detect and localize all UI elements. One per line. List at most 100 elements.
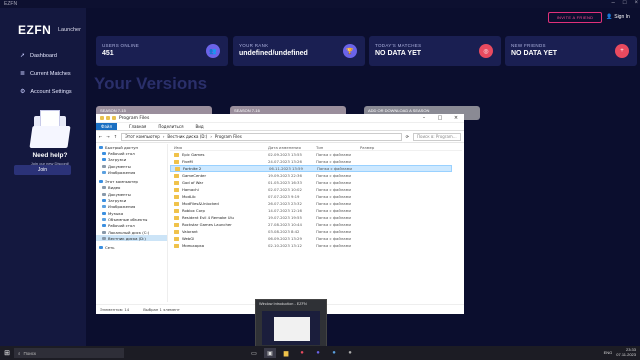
- explorer-taskbar-icon[interactable]: ▆: [280, 348, 292, 358]
- breadcrumb-item[interactable]: Этот компьютер: [125, 134, 160, 139]
- file-row[interactable]: Hamachi 02.07.2023 10:02 Папка с файлами: [170, 186, 462, 193]
- refresh-icon[interactable]: ⟳: [406, 134, 409, 139]
- taskbar-search[interactable]: ⌕ Поиск: [14, 348, 124, 358]
- file-type: Папка с файлами: [316, 215, 351, 220]
- folder-icon: [174, 222, 179, 227]
- file-row[interactable]: Rockstar Games Launcher 27.08.2023 10:44 П…: [170, 221, 462, 228]
- taskbar-search-placeholder: Поиск: [23, 350, 37, 356]
- nav-pane-label: Изображения: [108, 204, 136, 210]
- folder-icon: [102, 158, 106, 162]
- file-name: Roblox Corp: [182, 208, 205, 213]
- forward-arrow-icon[interactable]: →: [106, 134, 109, 139]
- ezfn-taskbar-icon[interactable]: ▣: [264, 348, 276, 358]
- file-list: Имя Дата изменения Тип Размер Epic Games…: [170, 144, 462, 302]
- file-name: God of War: [182, 180, 204, 185]
- file-row[interactable]: Минькарка 02.10.2023 13:12 Папка с файлами: [170, 242, 462, 249]
- folder-icon: [174, 159, 179, 164]
- back-arrow-icon[interactable]: ←: [99, 134, 102, 139]
- sign-in-label: Sign In: [614, 14, 630, 20]
- file-row[interactable]: WebGl 06.09.2023 13:29 Папка с файлами: [170, 235, 462, 242]
- sidebar-item-current-matches[interactable]: ≣ Current Matches: [20, 70, 71, 78]
- list-icon: ≣: [20, 71, 26, 77]
- file-type: Папка с файлами: [316, 180, 351, 185]
- column-header-name[interactable]: Имя: [170, 145, 268, 150]
- nav-pane-item[interactable]: Сеть: [96, 244, 167, 250]
- file-row[interactable]: Resident Evil 4 Remake Ulu 19.07.2023 19:…: [170, 214, 462, 221]
- nav-pane-item[interactable]: Изображения: [96, 169, 167, 175]
- ribbon-tab-view[interactable]: Вид: [195, 124, 203, 129]
- file-row[interactable]: Epic Games 02.09.2023 13:55 Папка с файлам…: [170, 151, 462, 158]
- explorer-titlebar: Program Files – □ ×: [96, 114, 464, 123]
- clock[interactable]: 23:33 07.11.2023: [616, 347, 636, 357]
- task-view-icon[interactable]: ▭: [248, 348, 260, 358]
- navigation-pane: Быстрый доступ Рабочий стол Загрузки Докуме…: [96, 144, 168, 302]
- taskbar-thumbnail-preview[interactable]: Window Introduction - EZFN: [255, 299, 327, 349]
- nav-pane-label: Рабочий стол: [108, 223, 135, 229]
- sidebar-item-dashboard[interactable]: ➚ Dashboard: [20, 52, 57, 60]
- file-name: ModFiles&Unlocked: [182, 201, 219, 206]
- file-row[interactable]: Roblox Corp 14.07.2023 12:16 Папка с файла…: [170, 207, 462, 214]
- sign-in-button[interactable]: 👤 Sign In: [606, 14, 630, 20]
- app-titlebar: EZFN – □ ×: [0, 0, 640, 8]
- invite-friend-button[interactable]: INVITE A FRIEND: [548, 12, 602, 23]
- chrome-taskbar-icon[interactable]: ●: [296, 348, 308, 358]
- sidebar-item-account-settings[interactable]: ⚙ Account Settings: [20, 88, 72, 96]
- search-input[interactable]: Поиск в: Program...: [413, 132, 461, 141]
- nav-pane-label: Локальный диск (C:): [108, 229, 150, 235]
- maximize-button[interactable]: □: [623, 0, 627, 6]
- join-button[interactable]: Join: [14, 165, 71, 175]
- file-row[interactable]: ModLib 07.07.2023 9:19 Папка с файлами: [170, 193, 462, 200]
- selected-count: Выбран 1 элемент: [143, 307, 180, 312]
- close-button[interactable]: ×: [448, 115, 464, 121]
- taskbar-apps: ▭ ▣ ▆ ● ● ● ●: [248, 346, 356, 360]
- app-taskbar-icon[interactable]: ●: [344, 348, 356, 358]
- users-icon: 👥: [206, 44, 220, 58]
- nav-pane-label: Вестник диска (D:): [108, 235, 146, 241]
- ribbon-tab-share[interactable]: Поделиться: [158, 124, 183, 129]
- column-header-date[interactable]: Дата изменения: [268, 145, 316, 150]
- column-header-type[interactable]: Тип: [316, 145, 360, 150]
- breadcrumb-item[interactable]: Program Files: [215, 134, 242, 139]
- file-row[interactable]: FiveM 24.07.2023 13:26 Папка с файлами: [170, 158, 462, 165]
- file-type: Папка с файлами: [316, 201, 351, 206]
- file-row[interactable]: Valorant 03.08.2023 8:42 Папка с файлами: [170, 228, 462, 235]
- user-plus-icon: +: [615, 44, 629, 58]
- window-controls: – □ ×: [612, 0, 638, 6]
- up-arrow-icon[interactable]: ↑: [114, 134, 117, 139]
- folder-icon: [102, 224, 106, 228]
- file-type: Папка с файлами: [316, 222, 351, 227]
- address-bar[interactable]: Этот компьютер › Вестник диска (D:) › Prog…: [121, 132, 402, 141]
- version-card-label: SEASON 7-15: [100, 108, 126, 113]
- version-card-label: ADD OR DOWNLOAD A SEASON: [368, 108, 430, 113]
- folder-icon: [174, 236, 179, 241]
- file-name: Hamachi: [182, 187, 199, 192]
- discord-taskbar-icon[interactable]: ●: [312, 348, 324, 358]
- folder-illustration: [28, 110, 72, 148]
- ribbon-tab-file[interactable]: Файл: [96, 123, 118, 130]
- file-row[interactable]: GameCenter 19.09.2023 22:36 Папка с файлам…: [170, 172, 462, 179]
- sidebar: EZFN Launcher ➚ Dashboard ≣ Current Matc…: [0, 8, 86, 346]
- folder-icon: [102, 170, 106, 174]
- folder-icon: [174, 173, 179, 178]
- breadcrumb-item[interactable]: Вестник диска (D:): [167, 134, 207, 139]
- nav-pane-label: Изображения: [108, 169, 136, 175]
- maximize-button[interactable]: □: [432, 115, 448, 121]
- folder-icon: [174, 201, 179, 206]
- file-row[interactable]: God of War 01.05.2023 16:33 Папка с файлам…: [170, 179, 462, 186]
- file-date: 07.07.2023 9:19: [268, 194, 300, 199]
- file-name: Минькарка: [182, 243, 205, 248]
- minimize-button[interactable]: –: [416, 115, 432, 121]
- nav-pane-item[interactable]: Вестник диска (D:): [96, 235, 167, 242]
- language-indicator[interactable]: ENG: [604, 350, 613, 355]
- file-row[interactable]: ModFiles&Unlocked 26.07.2023 23:32 Папка с…: [170, 200, 462, 207]
- logo: EZFN: [18, 23, 52, 37]
- file-row[interactable]: Fortnite 2 06.11.2023 13:59 Папка с файлам…: [170, 165, 452, 172]
- windows-start-icon[interactable]: ⊞: [0, 349, 14, 357]
- folder-icon: [174, 208, 179, 213]
- close-button[interactable]: ×: [634, 0, 638, 6]
- ribbon-tab-home[interactable]: Главная: [129, 124, 146, 129]
- steam-taskbar-icon[interactable]: ●: [328, 348, 340, 358]
- minimize-button[interactable]: –: [612, 0, 615, 6]
- column-header-size[interactable]: Размер: [360, 145, 400, 150]
- stat-value: undefined/undefined: [239, 50, 308, 57]
